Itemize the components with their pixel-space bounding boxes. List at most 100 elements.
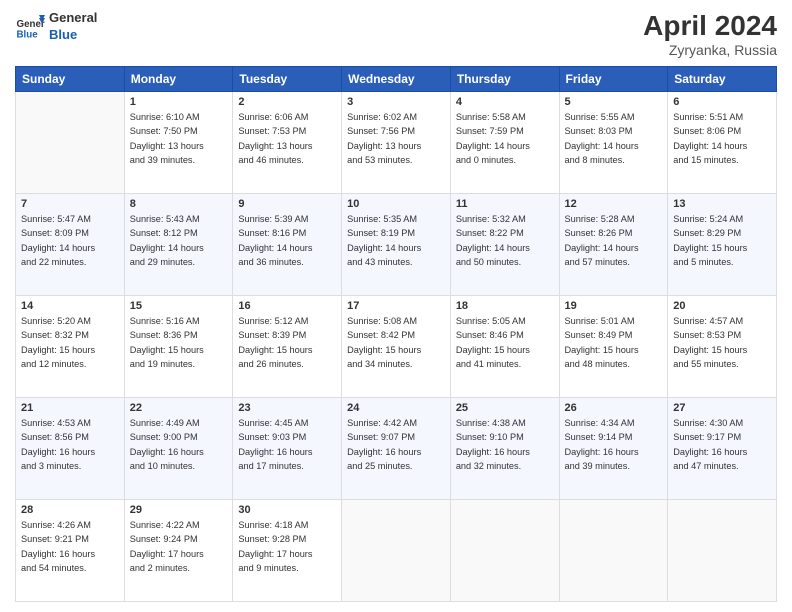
day-info-line: Sunset: 8:36 PM bbox=[130, 330, 198, 340]
day-info-line: Sunrise: 5:16 AM bbox=[130, 316, 200, 326]
day-info-line: Sunset: 8:09 PM bbox=[21, 228, 89, 238]
day-info-line: Sunset: 7:59 PM bbox=[456, 126, 524, 136]
day-number: 26 bbox=[565, 402, 663, 414]
logo: General Blue General Blue bbox=[15, 10, 97, 44]
svg-text:Blue: Blue bbox=[17, 29, 39, 40]
calendar-day-cell: 25Sunrise: 4:38 AMSunset: 9:10 PMDayligh… bbox=[450, 398, 559, 500]
calendar-day-cell: 13Sunrise: 5:24 AMSunset: 8:29 PMDayligh… bbox=[668, 194, 777, 296]
day-info-line: Sunset: 8:26 PM bbox=[565, 228, 633, 238]
day-number: 5 bbox=[565, 96, 663, 108]
day-info-line: Sunset: 9:14 PM bbox=[565, 432, 633, 442]
day-info-line: Sunrise: 5:51 AM bbox=[673, 112, 743, 122]
day-info: Sunrise: 4:49 AMSunset: 9:00 PMDaylight:… bbox=[130, 416, 228, 473]
day-info-line: Sunrise: 4:22 AM bbox=[130, 520, 200, 530]
day-info: Sunrise: 4:53 AMSunset: 8:56 PMDaylight:… bbox=[21, 416, 119, 473]
day-info-line: Sunset: 8:03 PM bbox=[565, 126, 633, 136]
calendar-day-cell: 3Sunrise: 6:02 AMSunset: 7:56 PMDaylight… bbox=[342, 92, 451, 194]
day-info-line: Daylight: 14 hours bbox=[456, 141, 530, 151]
calendar-day-cell: 24Sunrise: 4:42 AMSunset: 9:07 PMDayligh… bbox=[342, 398, 451, 500]
calendar-week-row: 28Sunrise: 4:26 AMSunset: 9:21 PMDayligh… bbox=[16, 500, 777, 602]
day-info: Sunrise: 5:20 AMSunset: 8:32 PMDaylight:… bbox=[21, 314, 119, 371]
day-info-line: Daylight: 14 hours bbox=[238, 243, 312, 253]
day-info-line: Daylight: 15 hours bbox=[238, 345, 312, 355]
day-number: 16 bbox=[238, 300, 336, 312]
calendar-title: April 2024 bbox=[643, 10, 777, 42]
day-number: 20 bbox=[673, 300, 771, 312]
day-info: Sunrise: 4:26 AMSunset: 9:21 PMDaylight:… bbox=[21, 518, 119, 575]
title-block: April 2024 Zyryanka, Russia bbox=[643, 10, 777, 58]
day-info-line: Sunrise: 4:26 AM bbox=[21, 520, 91, 530]
day-info-line: and 53 minutes. bbox=[347, 155, 412, 165]
day-info-line: and 50 minutes. bbox=[456, 257, 521, 267]
day-info-line: Daylight: 16 hours bbox=[130, 447, 204, 457]
day-info-line: and 22 minutes. bbox=[21, 257, 86, 267]
day-info-line: and 43 minutes. bbox=[347, 257, 412, 267]
day-info-line: Sunrise: 5:58 AM bbox=[456, 112, 526, 122]
day-info-line: Sunrise: 4:53 AM bbox=[21, 418, 91, 428]
day-info-line: and 17 minutes. bbox=[238, 461, 303, 471]
calendar-week-row: 14Sunrise: 5:20 AMSunset: 8:32 PMDayligh… bbox=[16, 296, 777, 398]
day-number: 8 bbox=[130, 198, 228, 210]
calendar-day-cell: 12Sunrise: 5:28 AMSunset: 8:26 PMDayligh… bbox=[559, 194, 668, 296]
calendar-header-row: SundayMondayTuesdayWednesdayThursdayFrid… bbox=[16, 67, 777, 92]
day-info: Sunrise: 5:08 AMSunset: 8:42 PMDaylight:… bbox=[347, 314, 445, 371]
calendar-day-cell: 21Sunrise: 4:53 AMSunset: 8:56 PMDayligh… bbox=[16, 398, 125, 500]
day-number: 6 bbox=[673, 96, 771, 108]
day-info-line: Sunset: 8:19 PM bbox=[347, 228, 415, 238]
day-info-line: and 5 minutes. bbox=[673, 257, 733, 267]
day-info-line: and 19 minutes. bbox=[130, 359, 195, 369]
day-info-line: Sunset: 8:39 PM bbox=[238, 330, 306, 340]
day-info-line: Sunset: 7:56 PM bbox=[347, 126, 415, 136]
day-info-line: Daylight: 13 hours bbox=[347, 141, 421, 151]
day-info-line: and 3 minutes. bbox=[21, 461, 81, 471]
day-info-line: Sunrise: 4:49 AM bbox=[130, 418, 200, 428]
day-info-line: Sunrise: 6:02 AM bbox=[347, 112, 417, 122]
day-info: Sunrise: 6:10 AMSunset: 7:50 PMDaylight:… bbox=[130, 110, 228, 167]
calendar-day-cell: 14Sunrise: 5:20 AMSunset: 8:32 PMDayligh… bbox=[16, 296, 125, 398]
day-info-line: Daylight: 16 hours bbox=[21, 447, 95, 457]
day-info: Sunrise: 4:34 AMSunset: 9:14 PMDaylight:… bbox=[565, 416, 663, 473]
day-of-week-header: Thursday bbox=[450, 67, 559, 92]
day-info-line: Sunrise: 4:18 AM bbox=[238, 520, 308, 530]
day-info-line: Sunset: 8:12 PM bbox=[130, 228, 198, 238]
day-info-line: Sunrise: 4:45 AM bbox=[238, 418, 308, 428]
day-info-line: Daylight: 15 hours bbox=[673, 345, 747, 355]
day-info-line: Sunrise: 5:32 AM bbox=[456, 214, 526, 224]
day-info-line: Sunrise: 4:38 AM bbox=[456, 418, 526, 428]
day-info: Sunrise: 5:32 AMSunset: 8:22 PMDaylight:… bbox=[456, 212, 554, 269]
day-info: Sunrise: 5:35 AMSunset: 8:19 PMDaylight:… bbox=[347, 212, 445, 269]
day-info-line: Daylight: 16 hours bbox=[21, 549, 95, 559]
day-info-line: Sunrise: 4:57 AM bbox=[673, 316, 743, 326]
day-number: 23 bbox=[238, 402, 336, 414]
day-info-line: Sunset: 8:42 PM bbox=[347, 330, 415, 340]
day-info-line: Daylight: 15 hours bbox=[21, 345, 95, 355]
day-info-line: and 26 minutes. bbox=[238, 359, 303, 369]
day-info-line: Sunrise: 4:42 AM bbox=[347, 418, 417, 428]
calendar-subtitle: Zyryanka, Russia bbox=[643, 42, 777, 58]
day-info-line: Daylight: 17 hours bbox=[130, 549, 204, 559]
day-info-line: Sunrise: 5:24 AM bbox=[673, 214, 743, 224]
day-number: 4 bbox=[456, 96, 554, 108]
day-info-line: Sunset: 8:49 PM bbox=[565, 330, 633, 340]
day-info-line: Daylight: 17 hours bbox=[238, 549, 312, 559]
day-number: 1 bbox=[130, 96, 228, 108]
calendar-day-cell: 23Sunrise: 4:45 AMSunset: 9:03 PMDayligh… bbox=[233, 398, 342, 500]
day-info-line: Daylight: 15 hours bbox=[456, 345, 530, 355]
day-info-line: and 32 minutes. bbox=[456, 461, 521, 471]
day-info-line: Sunset: 9:03 PM bbox=[238, 432, 306, 442]
day-info: Sunrise: 4:38 AMSunset: 9:10 PMDaylight:… bbox=[456, 416, 554, 473]
day-info-line: Sunset: 9:17 PM bbox=[673, 432, 741, 442]
day-info: Sunrise: 4:57 AMSunset: 8:53 PMDaylight:… bbox=[673, 314, 771, 371]
day-info: Sunrise: 6:02 AM Sunset: 7:56 PM Daylight:… bbox=[347, 110, 445, 167]
day-info-line: Sunset: 8:16 PM bbox=[238, 228, 306, 238]
day-info-line: Sunset: 8:22 PM bbox=[456, 228, 524, 238]
day-number: 29 bbox=[130, 504, 228, 516]
day-number: 19 bbox=[565, 300, 663, 312]
calendar-day-cell bbox=[668, 500, 777, 602]
day-info: Sunrise: 5:05 AMSunset: 8:46 PMDaylight:… bbox=[456, 314, 554, 371]
day-info-line: Sunset: 9:28 PM bbox=[238, 534, 306, 544]
calendar-day-cell: 15Sunrise: 5:16 AMSunset: 8:36 PMDayligh… bbox=[124, 296, 233, 398]
day-info: Sunrise: 5:16 AMSunset: 8:36 PMDaylight:… bbox=[130, 314, 228, 371]
calendar-day-cell bbox=[450, 500, 559, 602]
calendar-day-cell: 20 Sunrise: 4:57 AMSunset: 8:53 PMDayligh… bbox=[668, 296, 777, 398]
